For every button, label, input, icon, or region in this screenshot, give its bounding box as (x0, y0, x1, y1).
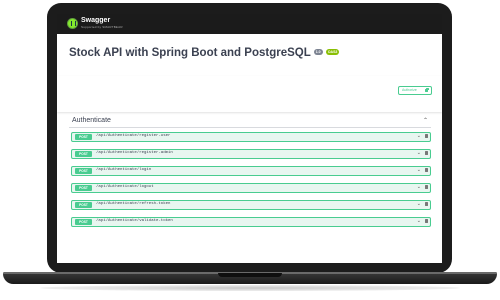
method-badge: POST (75, 151, 92, 157)
scheme-container: Authorize (57, 76, 442, 112)
lock-icon[interactable] (425, 184, 429, 189)
operation-refresh-token[interactable]: POST /api/Authenticate/refresh-token ⌄ (71, 200, 431, 210)
method-badge: POST (75, 185, 92, 191)
lock-icon (425, 87, 429, 92)
operation-path: /api/Authenticate/login (96, 168, 152, 173)
operation-register-admin[interactable]: POST /api/Authenticate/register-admin ⌄ (71, 149, 431, 159)
authorize-button[interactable]: Authorize (398, 86, 432, 95)
page-title: Stock API with Spring Boot and PostgreSQ… (69, 47, 340, 59)
method-badge: POST (75, 168, 92, 174)
chevron-down-icon[interactable]: ⌄ (417, 167, 421, 173)
logo-subtext: Supported by SMARTBEAR (81, 25, 123, 29)
method-badge: POST (75, 219, 92, 225)
laptop-screen: Swagger Supported by SMARTBEAR Stock API… (57, 14, 442, 263)
method-badge: POST (75, 134, 92, 140)
operation-register-user[interactable]: POST /api/Authenticate/register-user ⌄ (71, 132, 431, 142)
oas-badge: OAS3 (325, 49, 340, 55)
logo-text: Swagger (81, 17, 111, 24)
laptop-notch (218, 273, 282, 277)
lock-icon[interactable] (425, 167, 429, 172)
operations-list: POST /api/Authenticate/register-user ⌄ P… (71, 132, 431, 234)
tag-section-header[interactable]: Authenticate ⌃ (69, 115, 431, 128)
swagger-logo-icon (67, 18, 78, 29)
method-badge: POST (75, 202, 92, 208)
operation-path: /api/Authenticate/register-admin (96, 151, 173, 156)
authorize-label: Authorize (402, 88, 417, 92)
operation-path: /api/Authenticate/register-user (96, 134, 171, 139)
operation-path: /api/Authenticate/logout (96, 185, 154, 190)
chevron-down-icon[interactable]: ⌄ (417, 184, 421, 190)
lock-icon[interactable] (425, 201, 429, 206)
lock-icon[interactable] (425, 133, 429, 138)
chevron-down-icon[interactable]: ⌄ (417, 150, 421, 156)
api-title: Stock API with Spring Boot and PostgreSQ… (69, 47, 311, 59)
chevron-down-icon[interactable]: ⌄ (417, 218, 421, 224)
lock-icon[interactable] (425, 150, 429, 155)
chevron-up-icon[interactable]: ⌃ (423, 117, 428, 124)
tag-title: Authenticate (72, 117, 111, 124)
operation-path: /api/Authenticate/refresh-token (96, 202, 171, 207)
operation-login[interactable]: POST /api/Authenticate/login ⌄ (71, 166, 431, 176)
version-badge: 1.0 (313, 49, 323, 55)
laptop-base (3, 272, 497, 284)
swagger-topbar: Swagger Supported by SMARTBEAR (57, 14, 442, 34)
operation-path: /api/Authenticate/validate-token (96, 219, 173, 224)
chevron-down-icon[interactable]: ⌄ (417, 133, 421, 139)
chevron-down-icon[interactable]: ⌄ (417, 201, 421, 207)
operation-validate-token[interactable]: POST /api/Authenticate/validate-token ⌄ (71, 217, 431, 227)
laptop-shadow (40, 285, 460, 291)
lock-icon[interactable] (425, 218, 429, 223)
operation-logout[interactable]: POST /api/Authenticate/logout ⌄ (71, 183, 431, 193)
